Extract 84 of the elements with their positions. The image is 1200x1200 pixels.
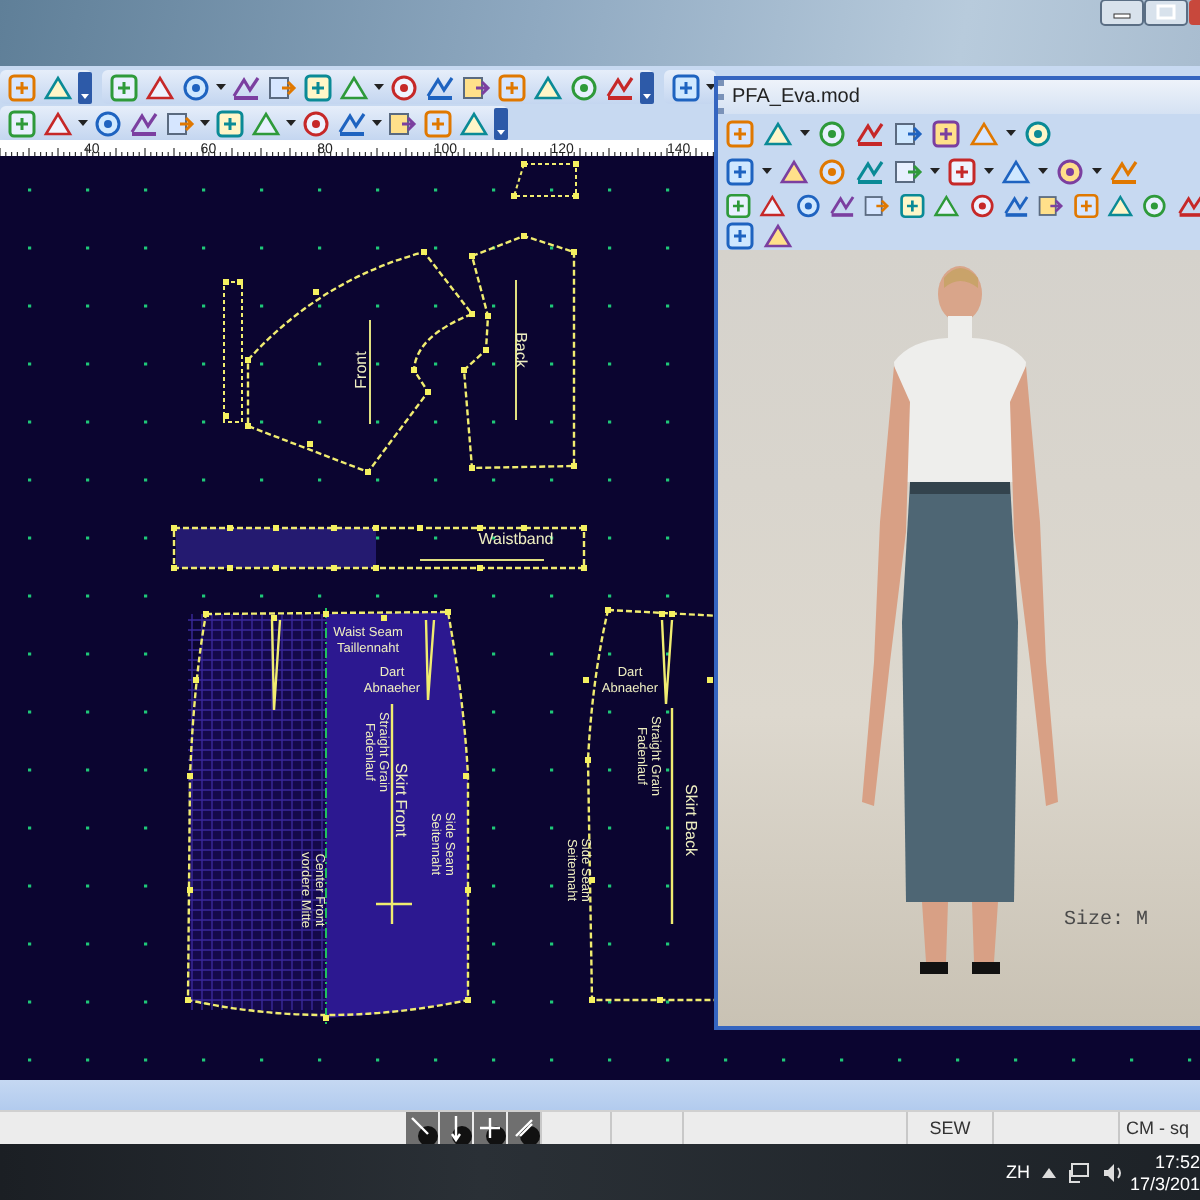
tool-icon[interactable] bbox=[422, 107, 454, 139]
size-label: Size: M bbox=[1064, 910, 1149, 932]
tool-icon[interactable] bbox=[724, 155, 756, 187]
caret-icon[interactable] bbox=[706, 84, 716, 90]
tool-icon[interactable] bbox=[758, 189, 788, 221]
tool-icon[interactable] bbox=[724, 189, 753, 221]
caret-icon[interactable] bbox=[200, 120, 210, 126]
tool-icon[interactable] bbox=[897, 189, 927, 221]
caret-icon[interactable] bbox=[930, 168, 940, 174]
tool-icon[interactable] bbox=[1054, 155, 1086, 187]
tool-icon[interactable] bbox=[932, 189, 962, 221]
tray-arrow-icon[interactable] bbox=[1042, 1167, 1056, 1177]
tool-icon[interactable] bbox=[854, 117, 886, 149]
status-text: SEW bbox=[929, 1118, 971, 1138]
caret-icon[interactable] bbox=[374, 84, 384, 90]
tool-icon[interactable] bbox=[230, 71, 262, 103]
tool-icon[interactable] bbox=[670, 71, 702, 103]
tool-icon[interactable] bbox=[164, 107, 196, 139]
toolbar-options-button[interactable] bbox=[640, 71, 654, 103]
minimize-button[interactable] bbox=[1100, 0, 1144, 26]
tool-icon[interactable] bbox=[604, 71, 636, 103]
tool-icon[interactable] bbox=[724, 219, 756, 251]
tool-icon[interactable] bbox=[6, 71, 38, 103]
pattern-piece[interactable] bbox=[511, 161, 579, 199]
caret-icon[interactable] bbox=[286, 120, 296, 126]
tool-icon[interactable] bbox=[386, 107, 418, 139]
caret-icon[interactable] bbox=[984, 168, 994, 174]
window-title: PFA_Eva.mod bbox=[732, 86, 860, 108]
tool-icon[interactable] bbox=[892, 155, 924, 187]
tool-icon[interactable] bbox=[180, 71, 212, 103]
piece-label: Front bbox=[352, 351, 370, 389]
tool-icon[interactable] bbox=[108, 71, 140, 103]
tool-icon[interactable] bbox=[892, 117, 924, 149]
tool-icon[interactable] bbox=[336, 107, 368, 139]
tool-icon[interactable] bbox=[946, 155, 978, 187]
snap-mode-icon[interactable] bbox=[440, 1112, 472, 1144]
3d-viewport[interactable]: Size: M bbox=[718, 250, 1200, 1026]
tool-icon[interactable] bbox=[92, 107, 124, 139]
network-icon[interactable] bbox=[1068, 1161, 1090, 1183]
tool-icon[interactable] bbox=[302, 71, 334, 103]
language-indicator[interactable]: ZH bbox=[1006, 1162, 1030, 1182]
toolbar-options-button[interactable] bbox=[494, 107, 508, 139]
tool-icon[interactable] bbox=[854, 155, 886, 187]
tool-icon[interactable] bbox=[266, 71, 298, 103]
pattern-piece[interactable] bbox=[461, 233, 577, 471]
tool-icon[interactable] bbox=[6, 107, 38, 139]
tool-icon[interactable] bbox=[388, 71, 420, 103]
toolbar-options-button[interactable] bbox=[78, 71, 92, 103]
caret-icon[interactable] bbox=[762, 168, 772, 174]
clock-time[interactable]: 17:52 bbox=[1154, 1151, 1200, 1171]
tool-icon[interactable] bbox=[460, 71, 492, 103]
caret-icon[interactable] bbox=[1038, 168, 1048, 174]
tool-icon[interactable] bbox=[793, 189, 823, 221]
speaker-icon[interactable] bbox=[1102, 1161, 1124, 1183]
clock-date[interactable]: 17/3/201 bbox=[1129, 1173, 1200, 1193]
snap-mode-icon[interactable] bbox=[406, 1112, 438, 1144]
pattern-piece[interactable] bbox=[185, 607, 471, 1025]
tool-icon[interactable] bbox=[1022, 117, 1054, 149]
tool-icon[interactable] bbox=[568, 71, 600, 103]
piece-label: Skirt Back bbox=[682, 784, 700, 856]
tool-icon[interactable] bbox=[930, 117, 962, 149]
maximize-button[interactable] bbox=[1144, 0, 1188, 26]
tool-icon[interactable] bbox=[1140, 189, 1170, 221]
tool-icon[interactable] bbox=[300, 107, 332, 139]
tool-icon[interactable] bbox=[128, 107, 160, 139]
caret-icon[interactable] bbox=[1092, 168, 1102, 174]
piece-label: Back bbox=[512, 332, 530, 368]
caret-icon[interactable] bbox=[1006, 130, 1016, 136]
status-text: CM - sq bbox=[1126, 1118, 1189, 1138]
tool-icon[interactable] bbox=[214, 107, 246, 139]
pattern-piece[interactable] bbox=[171, 525, 587, 571]
tool-icon[interactable] bbox=[967, 189, 996, 221]
tool-icon[interactable] bbox=[532, 71, 564, 103]
tool-icon[interactable] bbox=[424, 71, 456, 103]
snap-mode-icon[interactable] bbox=[474, 1112, 506, 1144]
caret-icon[interactable] bbox=[372, 120, 382, 126]
caret-icon[interactable] bbox=[800, 130, 810, 136]
pattern-piece[interactable] bbox=[223, 249, 475, 475]
tool-icon[interactable] bbox=[1105, 189, 1135, 221]
caret-icon[interactable] bbox=[216, 84, 226, 90]
piece-label: Skirt Front bbox=[392, 763, 410, 837]
snap-mode-icon[interactable] bbox=[508, 1112, 540, 1144]
piece-label: Waistband bbox=[478, 530, 554, 548]
caret-icon[interactable] bbox=[78, 120, 88, 126]
